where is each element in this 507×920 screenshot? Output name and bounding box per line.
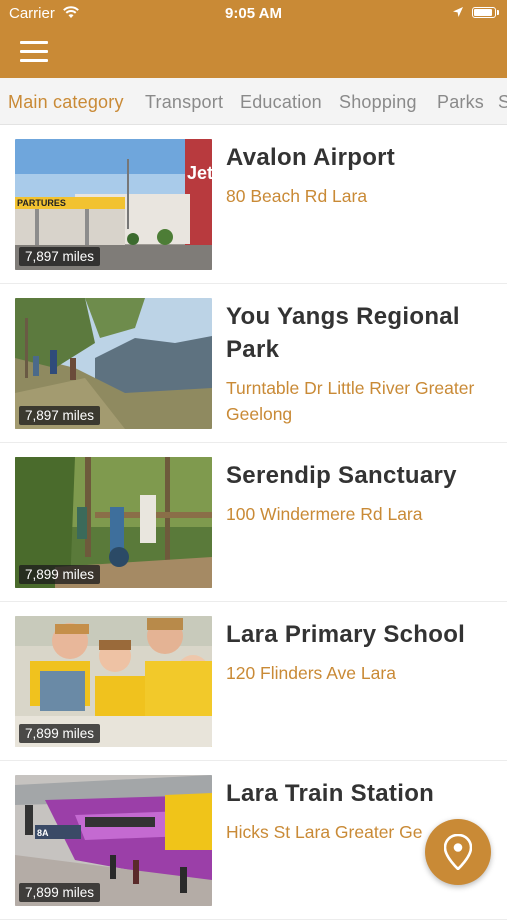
app-header: Carrier 9:05 AM <box>0 0 507 78</box>
place-title: Lara Primary School <box>226 621 466 648</box>
location-arrow-icon <box>452 5 464 22</box>
place-title: Avalon Airport <box>226 144 396 171</box>
distance-badge: 7,897 miles <box>19 247 101 266</box>
svg-text:Jet: Jet <box>187 163 212 183</box>
menu-button[interactable] <box>20 41 48 63</box>
place-photo: Jet PARTURES 7,897 miles <box>15 139 212 270</box>
svg-text:PARTURES: PARTURES <box>17 198 66 208</box>
status-bar: Carrier 9:05 AM <box>0 0 507 28</box>
place-photo: 7,897 miles <box>15 298 212 429</box>
place-title: You Yangs Regional Park <box>226 303 460 363</box>
distance-badge: 7,899 miles <box>19 883 101 902</box>
category-tabs: Main category Transport Education Shoppi… <box>0 78 507 125</box>
distance-badge: 7,897 miles <box>19 406 101 425</box>
hamburger-menu-icon <box>20 41 48 44</box>
distance-badge: 7,899 miles <box>19 724 101 743</box>
map-pin-icon <box>444 834 472 870</box>
battery-icon <box>472 7 499 18</box>
tab-shopping[interactable]: Shopping <box>339 92 417 113</box>
tab-parks[interactable]: Parks <box>437 92 484 113</box>
place-address: Turntable Dr Little River Greater Geelon… <box>226 378 475 424</box>
distance-badge: 7,899 miles <box>19 565 101 584</box>
tab-more[interactable]: S <box>498 92 507 113</box>
list-item[interactable]: Jet PARTURES 7,897 miles Avalon Airport … <box>0 125 507 284</box>
list-item[interactable]: 7,899 miles Serendip Sanctuary 100 Winde… <box>0 443 507 602</box>
svg-text:8A: 8A <box>37 828 49 838</box>
place-address: 120 Flinders Ave Lara <box>226 663 396 683</box>
tab-transport[interactable]: Transport <box>145 92 223 113</box>
place-title: Lara Train Station <box>226 780 435 807</box>
tab-education[interactable]: Education <box>240 92 322 113</box>
place-photo: 7,899 miles <box>15 457 212 588</box>
place-photo: 7,899 miles <box>15 616 212 747</box>
place-photo: 8A 7,899 miles <box>15 775 212 906</box>
status-time: 9:05 AM <box>225 5 282 22</box>
tab-main-category[interactable]: Main category <box>8 92 124 113</box>
place-address: 100 Windermere Rd Lara <box>226 504 423 524</box>
place-address: 80 Beach Rd Lara <box>226 186 368 206</box>
map-button[interactable] <box>425 819 491 885</box>
list-item[interactable]: 7,897 miles You Yangs Regional Park Turn… <box>0 284 507 443</box>
place-title: Serendip Sanctuary <box>226 462 457 489</box>
list-item[interactable]: 7,899 miles Lara Primary School 120 Flin… <box>0 602 507 761</box>
